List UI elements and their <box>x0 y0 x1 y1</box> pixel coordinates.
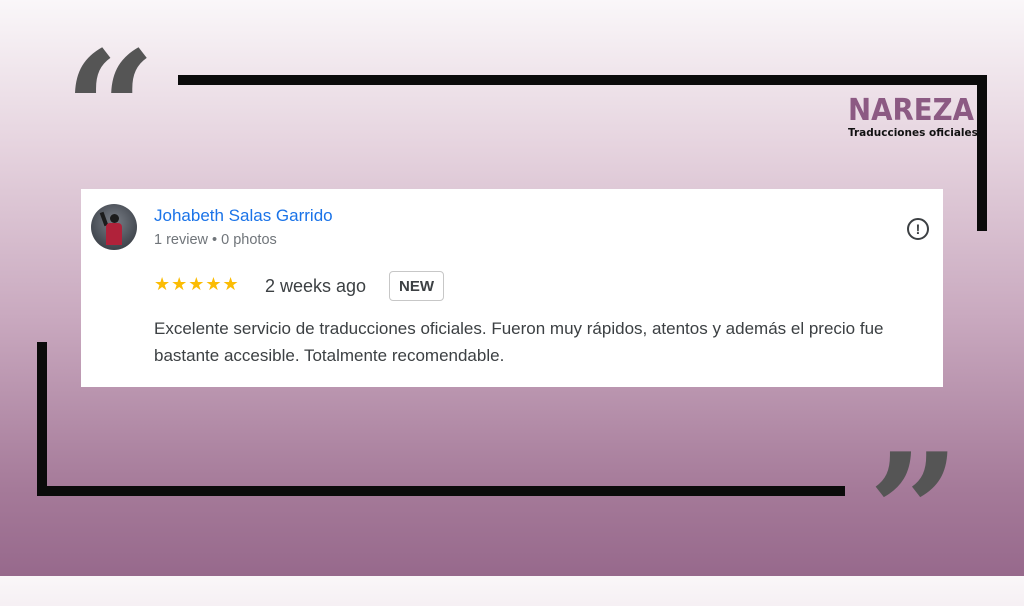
report-icon[interactable]: ! <box>907 218 929 240</box>
brand-name: NAREZA <box>848 93 974 128</box>
avatar[interactable] <box>91 204 137 250</box>
close-quote-icon: ” <box>868 418 961 606</box>
brand-logo: NAREZA Traducciones oficiales <box>848 93 978 140</box>
review-timestamp: 2 weeks ago <box>265 276 367 296</box>
reviewer-meta: 1 review • 0 photos <box>154 232 277 248</box>
star-rating: ★★★★★ <box>154 274 240 294</box>
frame-right-line <box>977 75 987 231</box>
review-text: Excelente servicio de traducciones ofici… <box>154 319 884 365</box>
frame-left-line <box>37 342 47 496</box>
brand-tagline: Traducciones oficiales <box>848 127 978 139</box>
new-badge: NEW <box>389 271 444 301</box>
review-card: Johabeth Salas Garrido 1 review • 0 phot… <box>81 189 943 387</box>
open-quote-icon: “ <box>64 16 157 204</box>
frame-top-line <box>178 75 987 85</box>
reviewer-name-link[interactable]: Johabeth Salas Garrido <box>154 206 333 226</box>
frame-bottom-line <box>37 486 845 496</box>
